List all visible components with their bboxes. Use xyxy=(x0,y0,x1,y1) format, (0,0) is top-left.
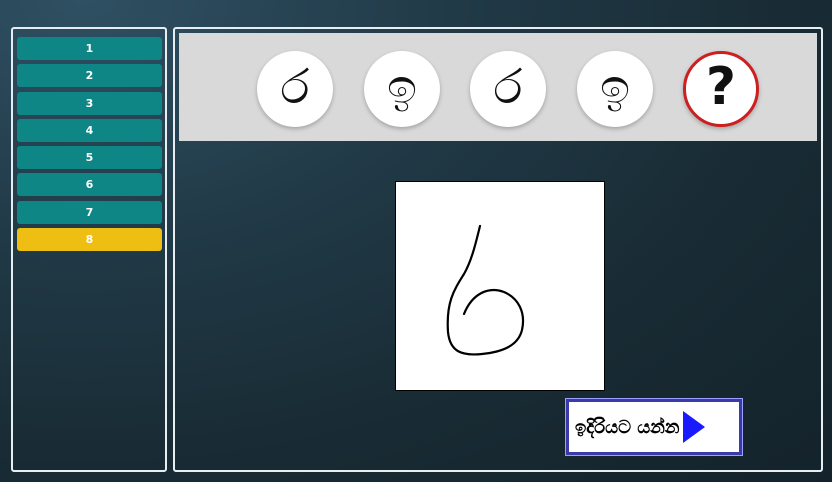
next-button-label: ඉදිරියට යන්න xyxy=(575,416,680,438)
level-button-6[interactable]: 6 xyxy=(17,173,162,197)
level-button-7[interactable]: 7 xyxy=(17,200,162,224)
level-list: 1 2 3 4 5 6 7 8 xyxy=(17,37,162,255)
answer-option-4-letter: ඉ xyxy=(599,59,631,115)
play-arrow-icon xyxy=(683,411,706,443)
next-button[interactable]: ඉදිරියට යන්න xyxy=(565,398,743,456)
answer-option-3[interactable]: ර xyxy=(470,51,546,127)
answer-options-bar: ර ඉ ර ඉ ? xyxy=(179,33,817,141)
answer-option-4[interactable]: ඉ xyxy=(577,51,653,127)
main-panel: ර ඉ ර ඉ ? ඉදිරියට යන්න xyxy=(173,27,823,472)
level-button-1[interactable]: 1 xyxy=(17,37,162,60)
answer-option-2[interactable]: ඉ xyxy=(364,51,440,127)
answer-option-1-letter: ර xyxy=(280,59,310,115)
help-question-button[interactable]: ? xyxy=(683,51,759,127)
handwritten-stroke-icon xyxy=(446,224,525,356)
level-button-8-active[interactable]: 8 xyxy=(17,228,162,252)
level-button-5[interactable]: 5 xyxy=(17,146,162,170)
question-mark-icon: ? xyxy=(705,57,737,117)
level-button-3[interactable]: 3 xyxy=(17,91,162,115)
level-sidebar: 1 2 3 4 5 6 7 8 xyxy=(11,27,167,472)
level-button-2[interactable]: 2 xyxy=(17,64,162,88)
handwritten-character-card xyxy=(395,181,605,391)
level-button-4[interactable]: 4 xyxy=(17,118,162,142)
answer-option-2-letter: ඉ xyxy=(386,59,418,115)
answer-option-3-letter: ර xyxy=(493,59,523,115)
answer-option-1[interactable]: ර xyxy=(257,51,333,127)
